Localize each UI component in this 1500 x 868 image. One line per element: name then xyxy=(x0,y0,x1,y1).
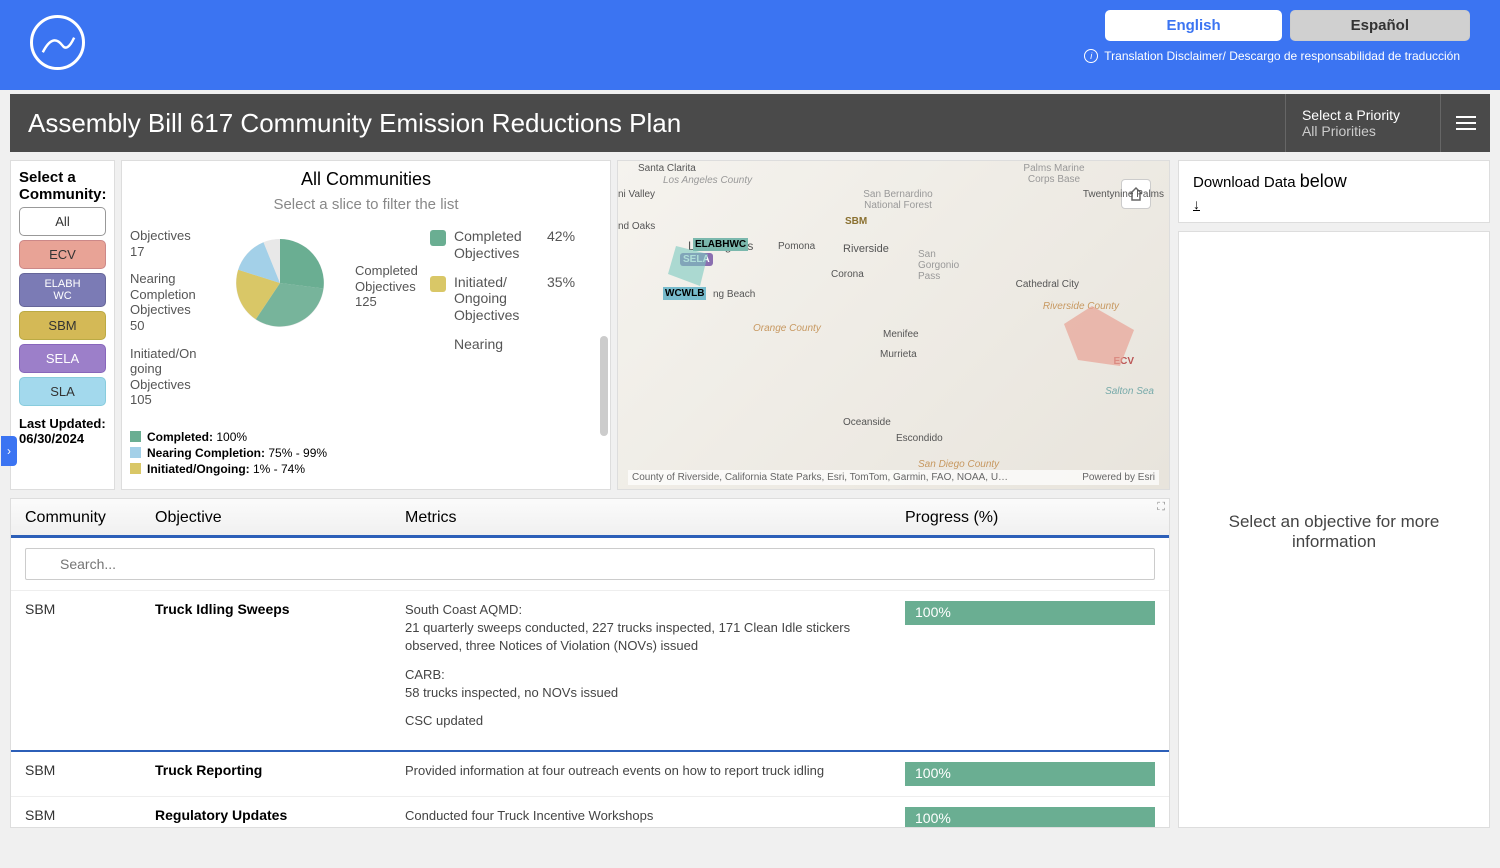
select-community-label: Select a Community: xyxy=(19,169,106,203)
table-header: Community Objective Metrics Progress (%) xyxy=(11,499,1169,538)
objective-detail-panel: Select an objective for more information xyxy=(1178,231,1490,828)
progress-bar: 100% xyxy=(905,601,1155,625)
community-all-button[interactable]: All xyxy=(19,207,106,236)
expand-tab[interactable]: › xyxy=(1,436,17,466)
map-attribution: County of Riverside, California State Pa… xyxy=(628,470,1159,485)
chart-panel: All Communities Select a slice to filter… xyxy=(121,160,611,490)
community-ecv-button[interactable]: ECV xyxy=(19,240,106,269)
expand-icon[interactable]: ⛶ xyxy=(1157,501,1165,514)
download-button[interactable]: ↓ xyxy=(1193,196,1475,212)
priority-selector[interactable]: Select a Priority All Priorities xyxy=(1286,99,1440,147)
objectives-table-panel: ⛶ Community Objective Metrics Progress (… xyxy=(10,498,1170,828)
chart-left-labels: Objectives17 Nearing Completion Objectiv… xyxy=(130,228,225,420)
status-legend: Completed: 100% Nearing Completion: 75% … xyxy=(130,430,602,476)
lang-english-button[interactable]: English xyxy=(1105,10,1281,41)
info-icon: i xyxy=(1084,49,1098,63)
translation-disclaimer[interactable]: i Translation Disclaimer/ Descargo de re… xyxy=(1084,49,1460,63)
chart-subtitle: Select a slice to filter the list xyxy=(130,196,602,213)
community-selector-panel: › Select a Community: All ECV ELABHWC SB… xyxy=(10,160,115,490)
header-bar: English Español i Translation Disclaimer… xyxy=(0,0,1500,90)
table-row[interactable]: SBM Regulatory Updates Conducted four Tr… xyxy=(11,796,1169,828)
col-metrics: Metrics xyxy=(405,509,905,527)
progress-bar: 100% xyxy=(905,762,1155,786)
download-panel: Download Data below ↓ xyxy=(1178,160,1490,223)
chart-legend: Completed Objectives 42% Initiated/ Ongo… xyxy=(430,228,575,420)
title-bar: Assembly Bill 617 Community Emission Red… xyxy=(10,94,1490,152)
logo xyxy=(30,15,85,70)
pie-chart[interactable]: Completed Objectives125 xyxy=(225,228,345,420)
page-title: Assembly Bill 617 Community Emission Red… xyxy=(10,108,681,139)
search-input[interactable] xyxy=(25,548,1155,580)
progress-bar: 100% xyxy=(905,807,1155,828)
col-community: Community xyxy=(25,509,155,527)
table-row[interactable]: SBM Truck Idling Sweeps South Coast AQMD… xyxy=(11,590,1169,750)
community-sla-button[interactable]: SLA xyxy=(19,377,106,406)
scrollbar[interactable] xyxy=(600,336,608,436)
table-row[interactable]: SBM Truck Reporting Provided information… xyxy=(11,750,1169,796)
last-updated: Last Updated: 06/30/2024 xyxy=(19,416,106,446)
community-sbm-button[interactable]: SBM xyxy=(19,311,106,340)
community-sela-button[interactable]: SELA xyxy=(19,344,106,373)
menu-button[interactable] xyxy=(1440,94,1490,152)
col-objective: Objective xyxy=(155,509,405,527)
col-progress: Progress (%) xyxy=(905,509,1155,527)
info-placeholder: Select an objective for more information xyxy=(1199,512,1469,552)
map-panel[interactable]: Santa Clarita Los Angeles County ni Vall… xyxy=(617,160,1170,490)
chart-title: All Communities xyxy=(130,169,602,190)
community-elabhwc-button[interactable]: ELABHWC xyxy=(19,273,106,307)
lang-espanol-button[interactable]: Español xyxy=(1290,10,1470,41)
